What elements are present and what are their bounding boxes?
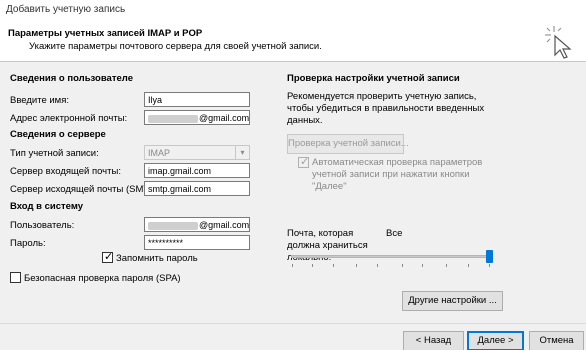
chevron-down-icon: ▾	[235, 146, 249, 159]
slider-tick	[312, 264, 313, 267]
name-input[interactable]: Ilya	[144, 92, 250, 107]
account-type-label: Тип учетной записи:	[10, 148, 99, 159]
wizard-header: Параметры учетных записей IMAP и POP Ука…	[0, 20, 586, 62]
logon-heading: Вход в систему	[10, 201, 84, 212]
email-suffix: @gmail.com	[199, 113, 250, 123]
auto-test-label: Автоматическая проверка параметров учетн…	[312, 157, 483, 192]
remember-password-checkbox[interactable]: ✓	[102, 251, 114, 263]
slider-tick	[468, 264, 469, 267]
password-label: Пароль:	[10, 238, 46, 249]
header-title: Параметры учетных записей IMAP и POP	[8, 28, 203, 39]
slider-tick	[489, 264, 490, 267]
checkmark-icon: ✓	[104, 251, 114, 263]
redacted-text	[148, 221, 198, 230]
slider-tick	[402, 264, 403, 267]
back-button[interactable]: < Назад	[403, 331, 464, 350]
test-account-button[interactable]: Проверка учетной записи...	[287, 134, 409, 154]
email-input[interactable]: @gmail.com	[144, 110, 250, 125]
user-info-heading: Сведения о пользователе	[10, 73, 133, 84]
spa-checkbox[interactable]	[10, 272, 21, 283]
incoming-server-label: Сервер входящей почты:	[10, 166, 121, 177]
slider-tick	[377, 264, 378, 267]
username-input[interactable]: @gmail.com	[144, 217, 250, 232]
outgoing-server-input[interactable]: smtp.gmail.com	[144, 181, 250, 196]
offline-slider-track[interactable]	[291, 255, 493, 258]
checkmark-icon: ✓	[300, 156, 310, 168]
username-label: Пользователь:	[10, 220, 75, 231]
window-title: Добавить учетную запись	[6, 4, 126, 15]
account-type-select: IMAP ▾	[144, 145, 250, 160]
offline-mail-value: Все	[386, 228, 403, 239]
remember-password-label: Запомнить пароль	[116, 253, 198, 264]
account-type-value: IMAP	[148, 148, 171, 158]
slider-tick	[356, 264, 357, 267]
next-button[interactable]: Далее >	[467, 331, 524, 350]
offline-slider-thumb[interactable]	[486, 250, 493, 263]
header-subtitle: Укажите параметры почтового сервера для …	[29, 41, 322, 52]
more-settings-button[interactable]: Другие настройки ...	[402, 291, 503, 311]
auto-test-checkbox[interactable]: ✓	[298, 156, 310, 168]
incoming-server-input[interactable]: imap.gmail.com	[144, 163, 250, 178]
password-input[interactable]: **********	[144, 235, 250, 250]
spa-label: Безопасная проверка пароля (SPA)	[24, 273, 181, 284]
email-label: Адрес электронной почты:	[10, 113, 128, 124]
slider-tick	[292, 264, 293, 267]
server-info-heading: Сведения о сервере	[10, 129, 106, 140]
slider-tick	[422, 264, 423, 267]
cancel-button[interactable]: Отмена	[529, 331, 584, 350]
cursor-sparkle-icon	[545, 26, 572, 59]
username-suffix: @gmail.com	[199, 220, 250, 230]
slider-tick	[446, 264, 447, 267]
slider-tick	[333, 264, 334, 267]
redacted-text	[148, 114, 198, 123]
offline-mail-label: Почта, которая должна храниться локально…	[287, 228, 368, 263]
test-settings-heading: Проверка настройки учетной записи	[287, 73, 460, 84]
footer-divider	[0, 323, 586, 324]
outgoing-server-label: Сервер исходящей почты (SMTP):	[10, 184, 162, 195]
title-bar: Добавить учетную запись	[0, 0, 586, 20]
name-label: Введите имя:	[10, 95, 69, 106]
test-description: Рекомендуется проверить учетную запись, …	[287, 91, 485, 126]
